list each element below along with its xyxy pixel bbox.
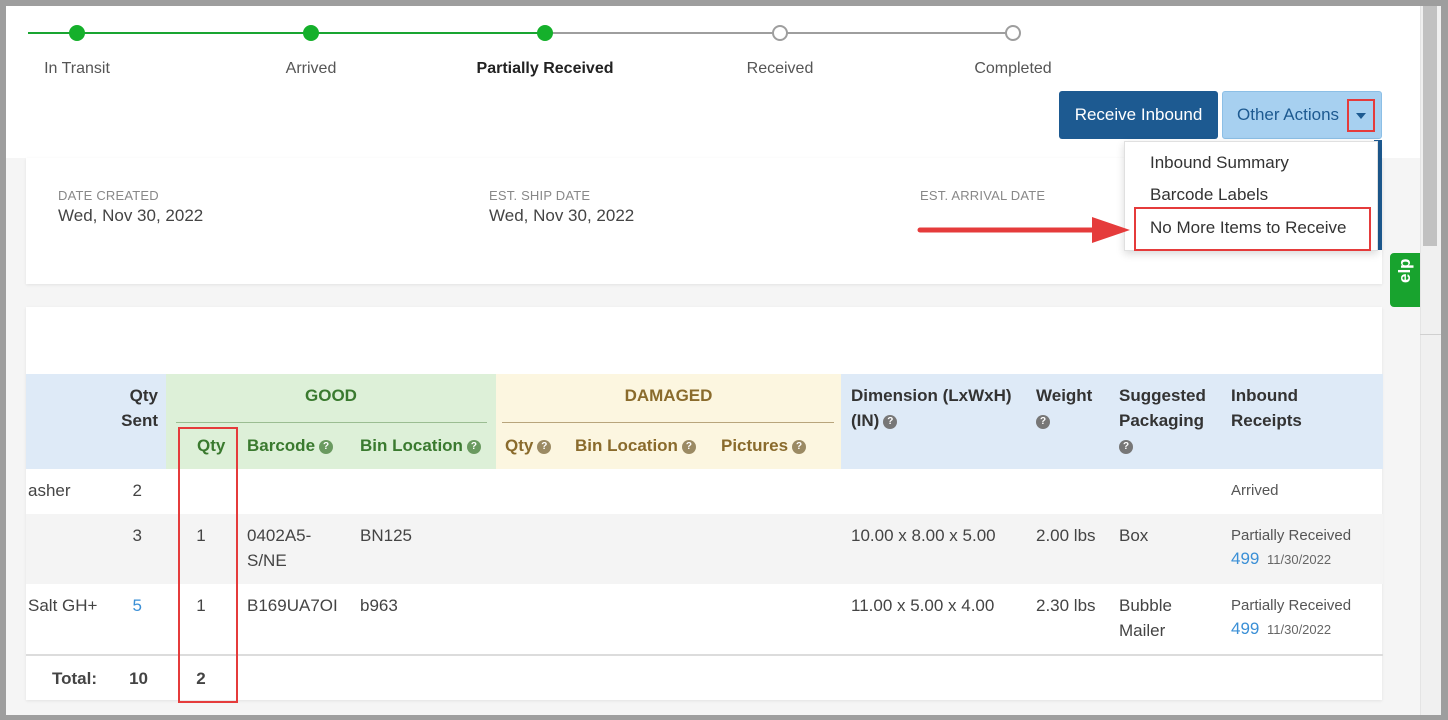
row3-receipt-status: Partially Received <box>1231 597 1352 614</box>
help-icon[interactable]: ? <box>1119 439 1133 454</box>
row2-dimension: 10.00 x 8.00 x 5.00 <box>851 526 996 545</box>
row2-barcode-line1: 0402A5- <box>247 526 312 545</box>
col-header-packaging: Suggested Packaging ? <box>1119 383 1206 458</box>
row3-bin: b963 <box>360 596 398 615</box>
scrollbar-divider <box>1420 334 1441 335</box>
step-label-completed: Completed <box>974 60 1052 77</box>
row2-receipt-link[interactable]: 499 <box>1231 546 1259 571</box>
menu-item-inbound-summary[interactable]: Inbound Summary <box>1150 153 1289 173</box>
col-header-dimension: Dimension (LxWxH) (IN)? <box>851 383 1012 433</box>
date-created-label: DATE CREATED <box>58 188 159 203</box>
row1-receipt-status: Arrived <box>1231 482 1279 499</box>
row3-packaging-line1: Bubble <box>1119 596 1172 615</box>
step-label-arrived: Arrived <box>285 60 337 77</box>
col-header-pictures: Pictures? <box>721 433 807 458</box>
other-actions-toggle[interactable] <box>1347 99 1375 132</box>
col-header-barcode: Barcode? <box>247 433 334 458</box>
col-header-barcode-label: Barcode <box>247 436 316 455</box>
row3-barcode: B169UA7OI <box>247 596 338 615</box>
date-created-value: Wed, Nov 30, 2022 <box>58 206 204 225</box>
col-header-packaging-help: ? <box>1119 433 1206 458</box>
good-group-divider <box>176 422 487 423</box>
pointer-arrow-icon <box>917 217 1130 243</box>
qty-column-highlight <box>178 427 238 703</box>
group-header-damaged: DAMAGED <box>624 386 713 405</box>
help-icon[interactable]: ? <box>883 414 898 429</box>
status-progress: In Transit Arrived Partially Received Re… <box>6 6 1420 90</box>
help-icon[interactable]: ? <box>792 439 807 454</box>
other-actions-button[interactable]: Other Actions <box>1222 91 1382 139</box>
row2-receipt-status: Partially Received <box>1231 527 1352 544</box>
row3-receipt-date: 11/30/2022 <box>1267 622 1332 637</box>
col-header-qty-sent: Qty Sent <box>121 386 158 430</box>
col-header-dimension-unit: (IN) <box>851 411 880 430</box>
help-icon[interactable]: ? <box>466 439 481 454</box>
help-tab-label: elp <box>1395 258 1414 283</box>
step-dot-arrived <box>303 25 319 41</box>
row3-receipt-link[interactable]: 499 <box>1231 616 1259 641</box>
step-dot-partially-received <box>537 25 553 41</box>
arrival-date-label: EST. ARRIVAL DATE <box>920 188 1046 203</box>
col-header-good-bin-label: Bin Location <box>360 436 463 455</box>
row1-qty-sent: 2 <box>132 481 142 500</box>
row3-item-name: Salt GH+ <box>28 596 98 615</box>
col-header-dimension-line2: (IN)? <box>851 408 1012 433</box>
col-header-packaging-line1: Suggested <box>1119 386 1206 405</box>
col-header-damaged-qty: Qty? <box>505 433 552 458</box>
help-icon[interactable]: ? <box>681 439 696 454</box>
ship-date-label: EST. SHIP DATE <box>489 188 591 203</box>
col-header-weight: Weight ? <box>1036 383 1092 433</box>
col-header-damaged-qty-label: Qty <box>505 436 534 455</box>
other-actions-label: Other Actions <box>1237 105 1340 124</box>
total-qty-sent: 10 <box>129 669 148 688</box>
total-label: Total: <box>52 669 98 688</box>
row2-packaging: Box <box>1119 526 1149 545</box>
group-header-good: GOOD <box>305 386 357 405</box>
step-label-received: Received <box>746 60 814 77</box>
scrollbar-thumb[interactable] <box>1423 6 1437 246</box>
damaged-group-divider <box>502 422 834 423</box>
row2-bin: BN125 <box>360 526 412 545</box>
col-header-receipts: Inbound Receipts <box>1231 383 1302 433</box>
col-header-damaged-bin: Bin Location? <box>575 433 696 458</box>
row3-qty-sent[interactable]: 5 <box>106 593 142 618</box>
row3-dimension: 11.00 x 5.00 x 4.00 <box>851 596 995 615</box>
col-header-weight-help: ? <box>1036 408 1092 433</box>
row2-receipt-date: 11/30/2022 <box>1267 552 1332 567</box>
col-header-packaging-line2: Packaging <box>1119 411 1205 430</box>
col-header-good-bin: Bin Location? <box>360 433 481 458</box>
menu-item-barcode-labels[interactable]: Barcode Labels <box>1150 185 1268 205</box>
menu-item-highlight <box>1134 207 1371 251</box>
row3-packaging-line2: Mailer <box>1119 621 1166 640</box>
row3-weight: 2.30 lbs <box>1036 596 1096 615</box>
step-label-in-transit: In Transit <box>44 60 110 77</box>
col-header-weight-label: Weight <box>1036 386 1093 405</box>
row2-qty-sent: 3 <box>132 526 142 545</box>
row2-weight: 2.00 lbs <box>1036 526 1096 545</box>
progress-track-complete <box>28 32 546 34</box>
help-tab[interactable]: elp <box>1390 253 1420 307</box>
col-header-receipts-line2: Receipts <box>1231 411 1302 430</box>
ship-date-value: Wed, Nov 30, 2022 <box>489 206 635 225</box>
help-icon[interactable]: ? <box>1036 414 1050 429</box>
receive-inbound-button[interactable]: Receive Inbound <box>1059 91 1218 139</box>
col-header-pictures-label: Pictures <box>721 436 789 455</box>
step-label-partially-received: Partially Received <box>476 60 614 77</box>
col-header-dimension-line1: Dimension (LxWxH) <box>851 386 1012 405</box>
step-dot-received <box>772 25 788 41</box>
help-icon[interactable]: ? <box>319 439 334 454</box>
col-header-receipts-line1: Inbound <box>1231 386 1299 405</box>
row2-barcode: 0402A5- S/NE <box>247 523 311 573</box>
row2-barcode-line2: S/NE <box>247 551 287 570</box>
caret-down-icon <box>1356 112 1366 119</box>
row1-item-name: asher <box>28 481 71 500</box>
row3-packaging: Bubble Mailer <box>1119 593 1172 643</box>
step-dot-in-transit <box>69 25 85 41</box>
col-header-damaged-bin-label: Bin Location <box>575 436 678 455</box>
help-icon[interactable]: ? <box>537 439 552 454</box>
step-dot-completed <box>1005 25 1021 41</box>
